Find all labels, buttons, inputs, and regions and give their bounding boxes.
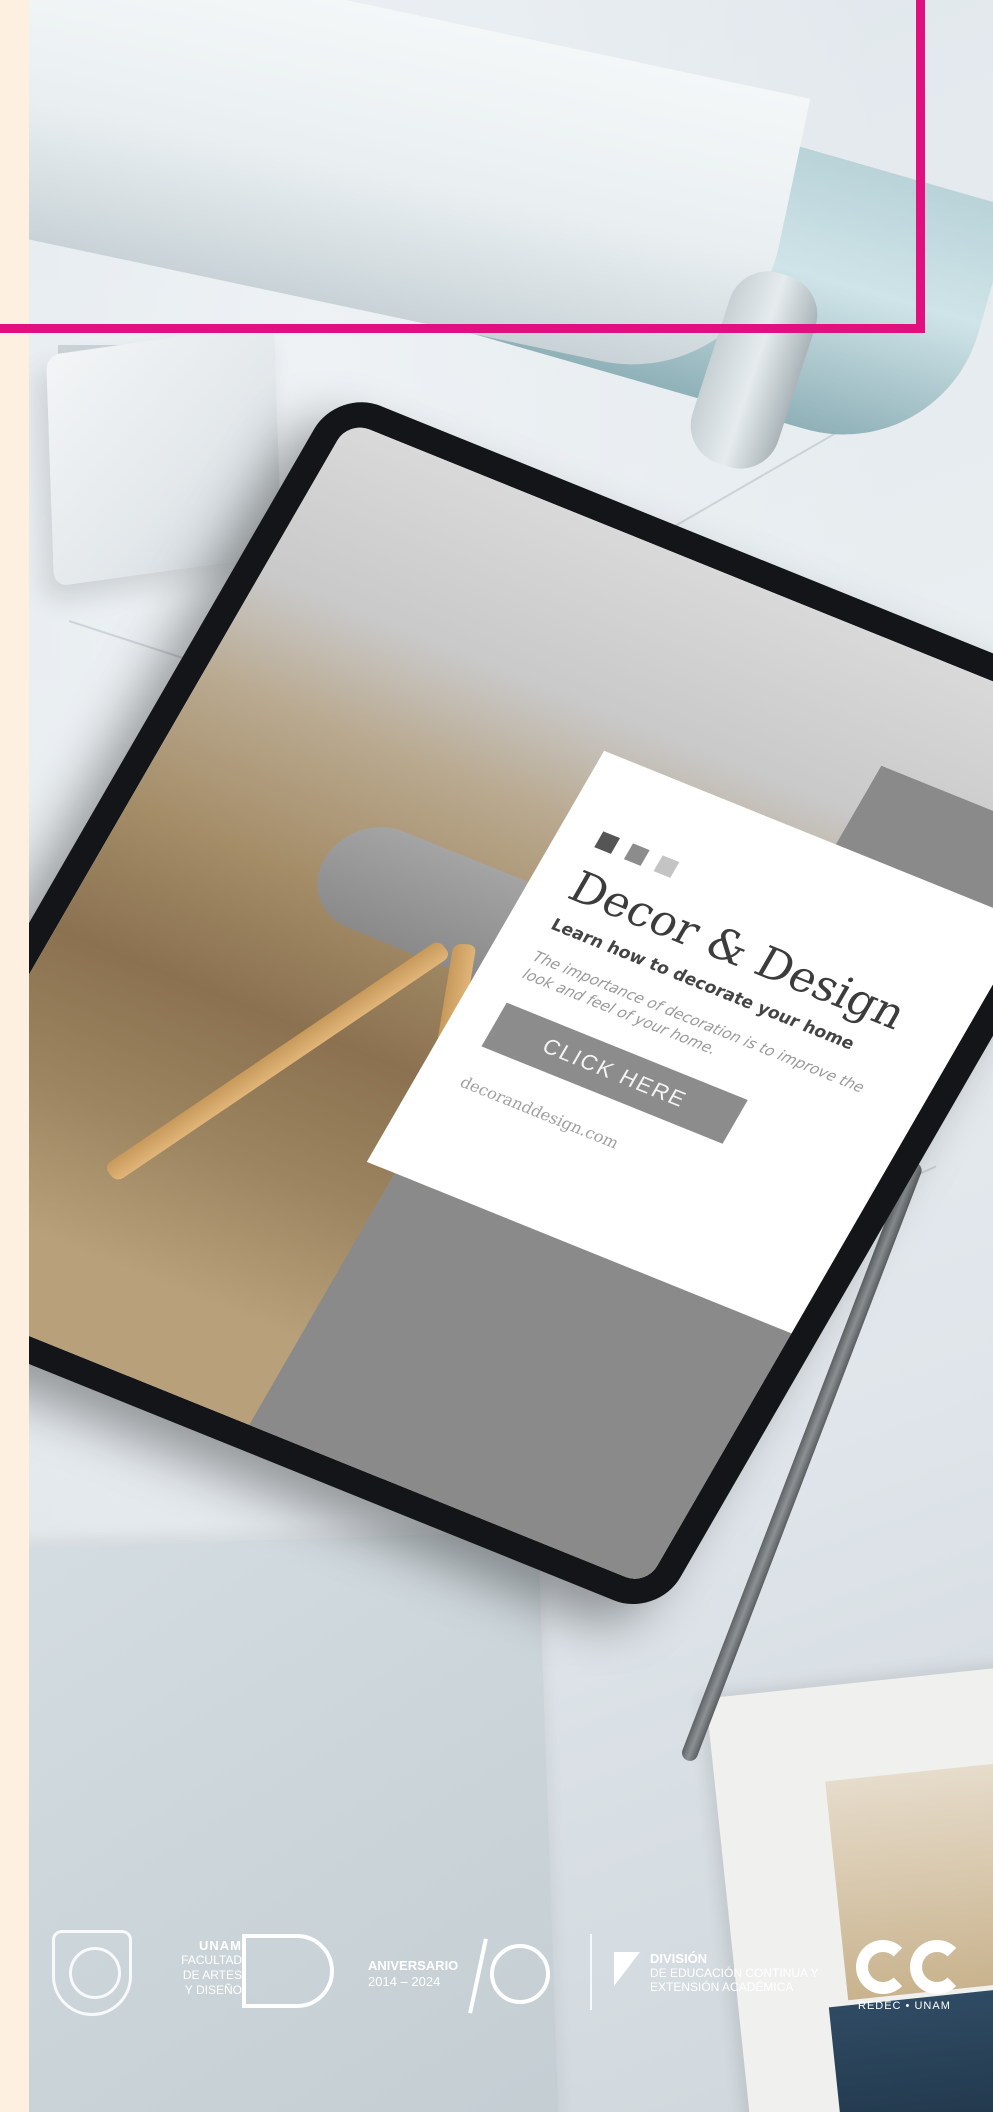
fad-text: UNAM FACULTAD DE ARTES Y DISEÑO — [172, 1938, 242, 1998]
accent-frame — [0, 0, 925, 333]
redec-logo-icon — [856, 1940, 966, 1996]
anniversary-10-icon — [468, 1938, 552, 2014]
anniversary-one-icon — [468, 1938, 488, 2014]
division-triangle-icon — [614, 1952, 640, 1986]
redec-caption: REDEC • UNAM — [858, 2000, 951, 2012]
aniversario-text: ANIVERSARIO 2014 – 2024 — [368, 1958, 458, 1990]
division-title: DIVISIÓN — [650, 1951, 708, 1966]
unam-crest-icon — [52, 1930, 132, 2016]
division-lines: DE EDUCACIÓN CONTINUA Y EXTENSIÓN ACADÉM… — [650, 1966, 819, 1994]
crest-emblem-icon — [69, 1947, 121, 1999]
logo-divider — [590, 1934, 592, 2010]
anniversary-zero-icon — [490, 1944, 550, 2004]
tablet-device: Decor & Design Learn how to decorate you… — [29, 388, 993, 1618]
aniversario-title: ANIVERSARIO — [368, 1958, 459, 1973]
redec-c-left-icon — [856, 1940, 910, 1994]
aniversario-years: 2014 – 2024 — [368, 1974, 441, 1989]
footer-logos: UNAM FACULTAD DE ARTES Y DISEÑO ANIVERSA… — [0, 1930, 993, 2020]
fad-logo-icon — [242, 1934, 334, 2008]
division-text: DIVISIÓN DE EDUCACIÓN CONTINUA Y EXTENSI… — [650, 1951, 820, 1995]
magazine — [705, 1664, 993, 2112]
fad-unam-label: UNAM — [199, 1938, 242, 1953]
redec-c-right-icon — [910, 1940, 964, 1994]
tablet-screen: Decor & Design Learn how to decorate you… — [29, 421, 993, 1586]
laptop-lid — [29, 1530, 560, 2112]
fad-lines: FACULTAD DE ARTES Y DISEÑO — [181, 1953, 242, 1997]
